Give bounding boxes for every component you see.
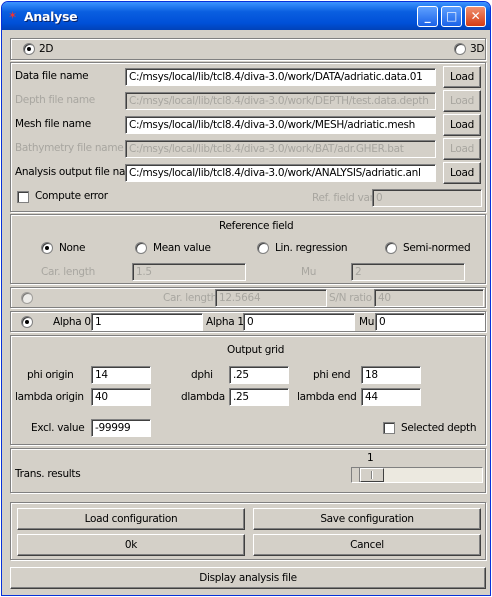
- display-analysis-file-button[interactable]: Display analysis file: [10, 567, 486, 589]
- ref-car-length-input: 1.5: [132, 263, 246, 281]
- phi-origin-input[interactable]: 14: [91, 366, 151, 384]
- load-data-button[interactable]: Load: [443, 66, 481, 88]
- car-length-radio[interactable]: [21, 292, 33, 304]
- label-2d: 2D: [39, 43, 54, 55]
- minimize-icon: _: [424, 9, 431, 23]
- close-icon: ✕: [470, 9, 481, 23]
- trans-results-label: Trans. results: [15, 468, 81, 480]
- bathymetry-file-label: Bathymetry file name: [15, 142, 124, 154]
- car-length-input: 12.5664: [215, 289, 327, 307]
- dimension-section: 2D 3D: [10, 38, 486, 60]
- trans-results-section: Trans. results 1: [10, 448, 486, 493]
- load-mesh-button[interactable]: Load: [443, 114, 481, 136]
- ref-none-radio[interactable]: [41, 242, 53, 254]
- trans-results-value: 1: [367, 452, 374, 464]
- selected-depth-label: Selected depth: [401, 422, 477, 434]
- alpha-mu-label: Mu: [359, 316, 375, 328]
- radio-3d[interactable]: [454, 43, 466, 55]
- close-button[interactable]: ✕: [465, 6, 486, 27]
- output-grid-title: Output grid: [227, 344, 285, 356]
- depth-file-label: Depth file name: [15, 94, 95, 106]
- app-icon: ✶: [8, 9, 17, 22]
- trans-results-slider[interactable]: [351, 467, 483, 483]
- radio-2d[interactable]: [23, 43, 35, 55]
- mesh-file-input[interactable]: C:/msys/local/lib/tcl8.4/diva-3.0/work/M…: [125, 116, 436, 134]
- phi-end-input[interactable]: 18: [361, 366, 421, 384]
- car-length-label: Car. length: [163, 292, 217, 304]
- window-title: Analyse: [24, 9, 78, 24]
- compute-error-label: Compute error: [35, 190, 108, 202]
- ref-mean-radio[interactable]: [135, 242, 147, 254]
- ref-mu-input: 2: [351, 263, 465, 281]
- label-3d: 3D: [470, 43, 485, 55]
- data-file-label: Data file name: [15, 70, 89, 82]
- output-file-input[interactable]: C:/msys/local/lib/tcl8.4/diva-3.0/work/A…: [125, 164, 436, 182]
- ref-linreg-label: Lin. regression: [275, 242, 348, 254]
- reference-field-title: Reference field: [219, 220, 294, 232]
- ref-linreg-radio[interactable]: [257, 242, 269, 254]
- excl-value-input[interactable]: -99999: [91, 419, 151, 437]
- save-configuration-button[interactable]: Save configuration: [253, 508, 481, 530]
- sn-ratio-input: 40: [374, 289, 484, 307]
- ref-mu-label: Mu: [301, 266, 317, 278]
- analyse-window: ✶ Analyse _ □ ✕ 2D 3D Data file name C:/…: [1, 1, 491, 596]
- maximize-icon: □: [445, 9, 458, 23]
- alpha1-label: Alpha 1: [206, 316, 244, 328]
- ok-button[interactable]: 0k: [17, 534, 245, 556]
- load-configuration-button[interactable]: Load configuration: [17, 508, 245, 530]
- dlambda-label: dlambda: [181, 391, 225, 403]
- ref-semi-label: Semi-normed: [403, 242, 471, 254]
- load-output-button[interactable]: Load: [443, 162, 481, 184]
- alpha0-input[interactable]: 1: [91, 313, 203, 331]
- ref-field-var-input: 0: [372, 189, 482, 207]
- lambda-origin-input[interactable]: 40: [91, 388, 151, 406]
- alpha1-input[interactable]: 0: [243, 313, 355, 331]
- data-file-input[interactable]: C:/msys/local/lib/tcl8.4/diva-3.0/work/D…: [125, 68, 436, 86]
- alpha-radio[interactable]: [21, 316, 33, 328]
- slider-fill: [352, 468, 360, 482]
- dphi-label: dphi: [191, 369, 213, 381]
- ref-semi-radio[interactable]: [385, 242, 397, 254]
- phi-end-label: phi end: [313, 369, 351, 381]
- lambda-end-input[interactable]: 44: [361, 388, 421, 406]
- ref-mean-label: Mean value: [153, 242, 211, 254]
- depth-file-input: C:/msys/local/lib/tcl8.4/diva-3.0/work/D…: [125, 92, 436, 110]
- maximize-button[interactable]: □: [441, 6, 462, 27]
- alpha0-label: Alpha 0: [53, 316, 91, 328]
- reference-field-section: Reference field None Mean value Lin. reg…: [10, 214, 486, 284]
- lambda-end-label: lambda end: [297, 391, 357, 403]
- dlambda-input[interactable]: .25: [229, 388, 289, 406]
- dphi-input[interactable]: .25: [229, 366, 289, 384]
- ref-car-length-label: Car. length: [41, 266, 95, 278]
- car-length-section: Car. length 12.5664 S/N ratio 40: [10, 287, 486, 308]
- slider-thumb[interactable]: [360, 468, 384, 482]
- ref-field-var-label: Ref. field var.: [312, 192, 376, 204]
- files-section: Data file name C:/msys/local/lib/tcl8.4/…: [10, 62, 486, 212]
- alpha-section: Alpha 0 1 Alpha 1 0 Mu 0: [10, 311, 486, 332]
- ref-none-label: None: [59, 242, 86, 254]
- selected-depth-checkbox[interactable]: [383, 422, 395, 434]
- phi-origin-label: phi origin: [27, 369, 74, 381]
- compute-error-checkbox[interactable]: [17, 191, 29, 203]
- excl-value-label: Excl. value: [31, 422, 85, 434]
- alpha-mu-input[interactable]: 0: [375, 313, 485, 331]
- sn-ratio-label: S/N ratio: [329, 292, 372, 304]
- output-grid-section: Output grid phi origin 14 dphi .25 phi e…: [10, 335, 486, 445]
- output-file-label: Analysis output file name: [15, 166, 142, 178]
- mesh-file-label: Mesh file name: [15, 118, 91, 130]
- lambda-origin-label: lambda origin: [15, 391, 84, 403]
- minimize-button[interactable]: _: [417, 6, 438, 27]
- actions-section: Load configuration Save configuration 0k…: [10, 502, 486, 560]
- title-bar[interactable]: ✶ Analyse _ □ ✕: [2, 2, 490, 30]
- cancel-button[interactable]: Cancel: [253, 534, 481, 556]
- load-depth-button: Load: [443, 90, 481, 112]
- load-bathymetry-button: Load: [443, 138, 481, 160]
- bathymetry-file-input: C:/msys/local/lib/tcl8.4/diva-3.0/work/B…: [125, 140, 436, 158]
